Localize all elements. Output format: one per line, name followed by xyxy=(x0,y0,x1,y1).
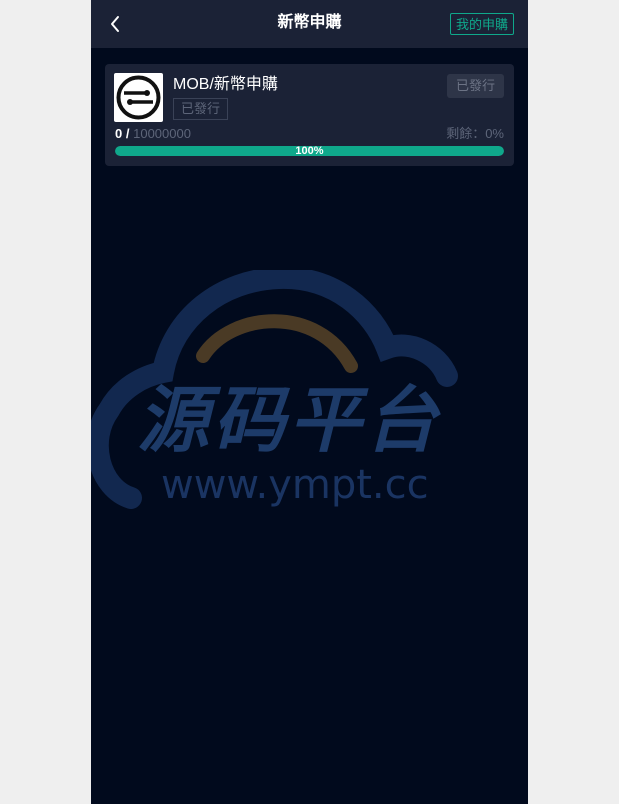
subscription-amount: 0 / 10000000 xyxy=(115,126,191,142)
my-subscriptions-button[interactable]: 我的申購 xyxy=(449,13,514,35)
top-bar: 新幣申購 我的申購 xyxy=(91,0,528,48)
issued-status-button: 已發行 xyxy=(446,74,504,98)
app-screen: 新幣申購 我的申購 MOB/新幣申購 已發行 已發行 0 / 10000000 … xyxy=(91,0,528,804)
watermark: 源码平台 www.ympt.cc xyxy=(91,270,528,520)
sold-amount: 0 xyxy=(115,126,123,141)
status-tag: 已發行 xyxy=(173,98,229,120)
mob-coin-logo-icon xyxy=(116,75,161,120)
watermark-url-text: www.ympt.cc xyxy=(161,462,429,508)
coin-logo xyxy=(114,73,163,122)
cloud-logo-icon xyxy=(91,270,458,509)
amount-separator: / xyxy=(125,126,130,141)
coin-name: MOB/新幣申購 xyxy=(173,76,278,93)
subscription-card[interactable]: MOB/新幣申購 已發行 已發行 0 / 10000000 剩餘：0% 100% xyxy=(105,64,514,166)
total-amount: 10000000 xyxy=(133,126,191,141)
progress-text: 100% xyxy=(295,146,324,156)
watermark-chinese-text: 源码平台 xyxy=(137,378,442,462)
progress-bar: 100% xyxy=(115,146,504,156)
remaining-percent: 剩餘：0% xyxy=(446,126,504,141)
